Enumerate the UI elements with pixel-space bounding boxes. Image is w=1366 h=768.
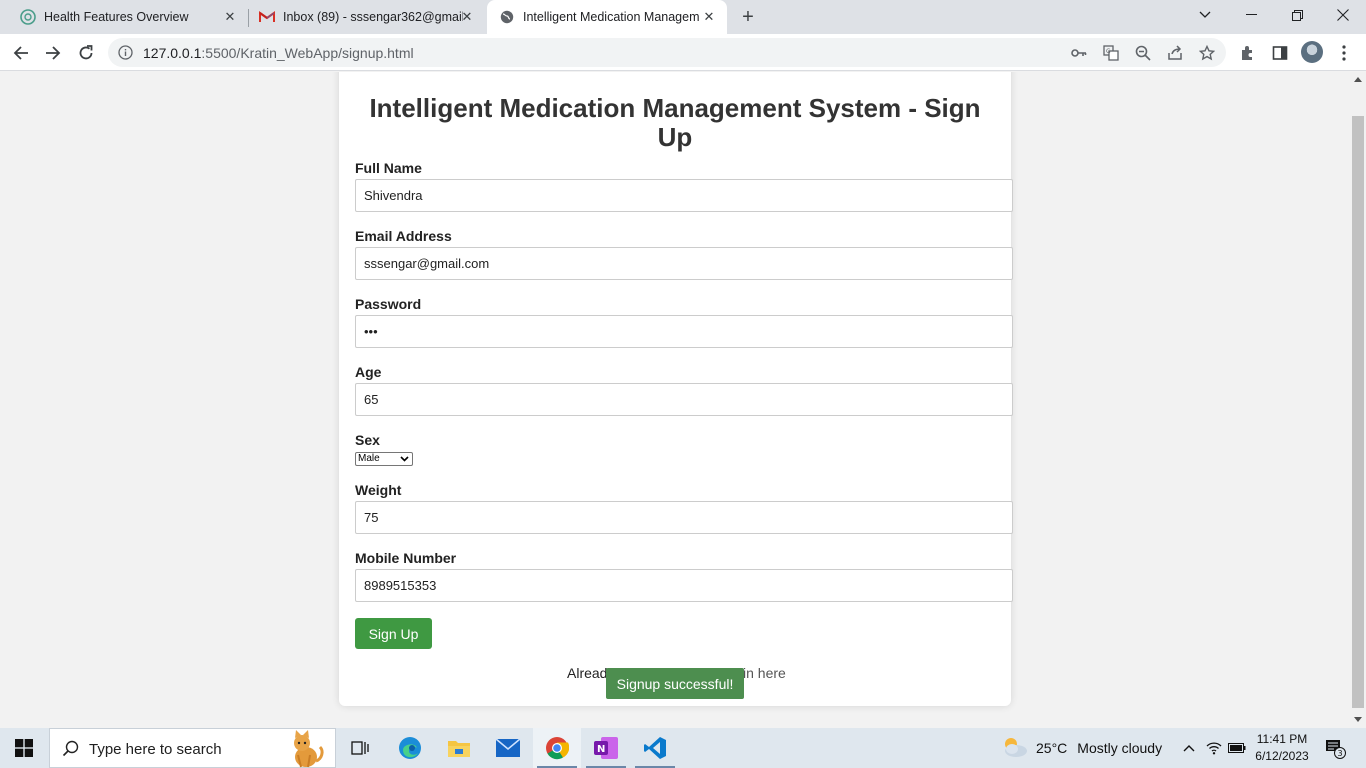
weather-desc: Mostly cloudy (1077, 740, 1163, 756)
weight-input[interactable]: 75 (355, 501, 1013, 534)
menu-kebab-icon[interactable] (1334, 43, 1354, 63)
sex-label: Sex (355, 432, 380, 448)
signup-card: Intelligent Medication Management System… (339, 72, 1013, 706)
chatgpt-icon (20, 9, 36, 25)
profile-avatar[interactable] (1301, 41, 1323, 63)
zoom-out-icon[interactable] (1134, 44, 1152, 62)
close-tab-icon[interactable]: ✕ (701, 9, 717, 25)
email-input[interactable]: sssengar@gmail.com (355, 247, 1013, 280)
login-link[interactable]: in here (743, 665, 786, 681)
reload-icon[interactable] (73, 40, 99, 66)
tab-title: Inbox (89) - sssengar362@gmail. (283, 10, 463, 24)
tab-title: Health Features Overview (44, 10, 189, 24)
bookmark-star-icon[interactable] (1198, 44, 1216, 62)
back-arrow-icon[interactable] (8, 40, 34, 66)
notification-center-icon[interactable]: 3 (1320, 728, 1350, 768)
globe-icon (499, 9, 515, 25)
password-input[interactable]: ••• (355, 315, 1013, 348)
weather-widget[interactable]: 25°C Mostly cloudy (1000, 728, 1162, 768)
forward-arrow-icon[interactable] (40, 40, 66, 66)
mobile-input[interactable]: 8989515353 (355, 569, 1013, 602)
search-placeholder: Type here to search (89, 741, 222, 758)
password-label: Password (355, 296, 422, 312)
sex-value: Male (358, 453, 380, 464)
tab-gmail-inbox[interactable]: Inbox (89) - sssengar362@gmail. ✕ (249, 0, 485, 34)
task-view-icon[interactable] (336, 728, 384, 768)
share-icon[interactable] (1166, 44, 1184, 62)
email-label: Email Address (355, 228, 452, 244)
mail-icon[interactable] (484, 728, 532, 768)
svg-text:N: N (597, 744, 605, 755)
close-window-button[interactable] (1320, 0, 1366, 30)
search-icon (62, 740, 80, 763)
system-clock[interactable]: 11:41 PM 6/12/2023 (1244, 731, 1320, 765)
password-value: ••• (364, 324, 378, 339)
close-tab-icon[interactable]: ✕ (222, 9, 238, 25)
restore-button[interactable] (1274, 0, 1320, 30)
email-value: sssengar@gmail.com (364, 256, 490, 271)
edge-browser-icon[interactable] (386, 728, 434, 768)
svg-text:G: G (1106, 48, 1111, 55)
tab-search-chevron-icon[interactable] (1182, 0, 1228, 30)
windows-taskbar: Type here to search N 25°C Mostly cloudy (0, 728, 1366, 768)
new-tab-button[interactable]: + (737, 6, 759, 28)
page-scrollbar[interactable] (1350, 72, 1366, 728)
sex-select[interactable]: Male (355, 452, 413, 466)
age-label: Age (355, 364, 382, 380)
scroll-down-arrow-icon[interactable] (1354, 717, 1362, 722)
scroll-thumb[interactable] (1352, 116, 1364, 708)
signup-success-toast: Signup successful! (606, 668, 744, 699)
full-name-input[interactable]: Shivendra (355, 179, 1013, 212)
site-info-icon[interactable] (118, 45, 133, 60)
partly-cloudy-icon (1000, 736, 1028, 761)
login-link-text: in here (743, 665, 786, 681)
url-text: 127.0.0.1:5500/Kratin_WebApp/signup.html (143, 45, 414, 61)
sign-up-button[interactable]: Sign Up (355, 618, 432, 649)
tab-intelligent-medication[interactable]: Intelligent Medication Managem ✕ (487, 0, 727, 34)
key-icon[interactable] (1070, 44, 1088, 62)
tab-health-features[interactable]: Health Features Overview ✕ (8, 0, 248, 34)
extensions-puzzle-icon[interactable] (1238, 43, 1258, 63)
cat-illustration-icon (280, 729, 330, 768)
wifi-icon[interactable] (1203, 728, 1225, 768)
page-title: Intelligent Medication Management System… (369, 93, 981, 152)
browser-toolbar: 127.0.0.1:5500/Kratin_WebApp/signup.html… (0, 34, 1366, 71)
vscode-icon[interactable] (631, 728, 679, 768)
weight-value: 75 (364, 510, 379, 525)
mobile-label: Mobile Number (355, 550, 457, 566)
chrome-icon[interactable] (533, 728, 581, 768)
translate-icon[interactable]: G (1102, 44, 1120, 62)
notification-count: 3 (1338, 749, 1343, 758)
file-explorer-icon[interactable] (435, 728, 483, 768)
chevron-down-icon (400, 454, 409, 466)
page-viewport: Intelligent Medication Management System… (0, 72, 1350, 728)
address-bar[interactable]: 127.0.0.1:5500/Kratin_WebApp/signup.html… (108, 38, 1226, 67)
tab-title: Intelligent Medication Managem (523, 10, 699, 24)
side-panel-icon[interactable] (1270, 43, 1290, 63)
taskbar-search-box[interactable]: Type here to search (49, 728, 336, 768)
close-tab-icon[interactable]: ✕ (459, 9, 475, 25)
onenote-icon[interactable]: N (582, 728, 630, 768)
full-name-value: Shivendra (364, 188, 423, 203)
weight-label: Weight (355, 482, 402, 498)
age-input[interactable]: 65 (355, 383, 1013, 416)
gmail-icon (259, 9, 275, 25)
weather-temp: 25°C (1036, 740, 1068, 756)
age-value: 65 (364, 392, 379, 407)
scroll-up-arrow-icon[interactable] (1354, 77, 1362, 82)
tab-strip: Health Features Overview ✕ Inbox (89) - … (0, 0, 1366, 34)
mobile-value: 8989515353 (364, 578, 437, 593)
clock-date: 6/12/2023 (1255, 749, 1309, 763)
clock-time: 11:41 PM (1256, 732, 1308, 746)
full-name-label: Full Name (355, 160, 422, 176)
minimize-button[interactable] (1228, 0, 1274, 30)
windows-start-icon[interactable] (0, 728, 48, 768)
show-hidden-icons-chevron-icon[interactable] (1178, 728, 1200, 768)
